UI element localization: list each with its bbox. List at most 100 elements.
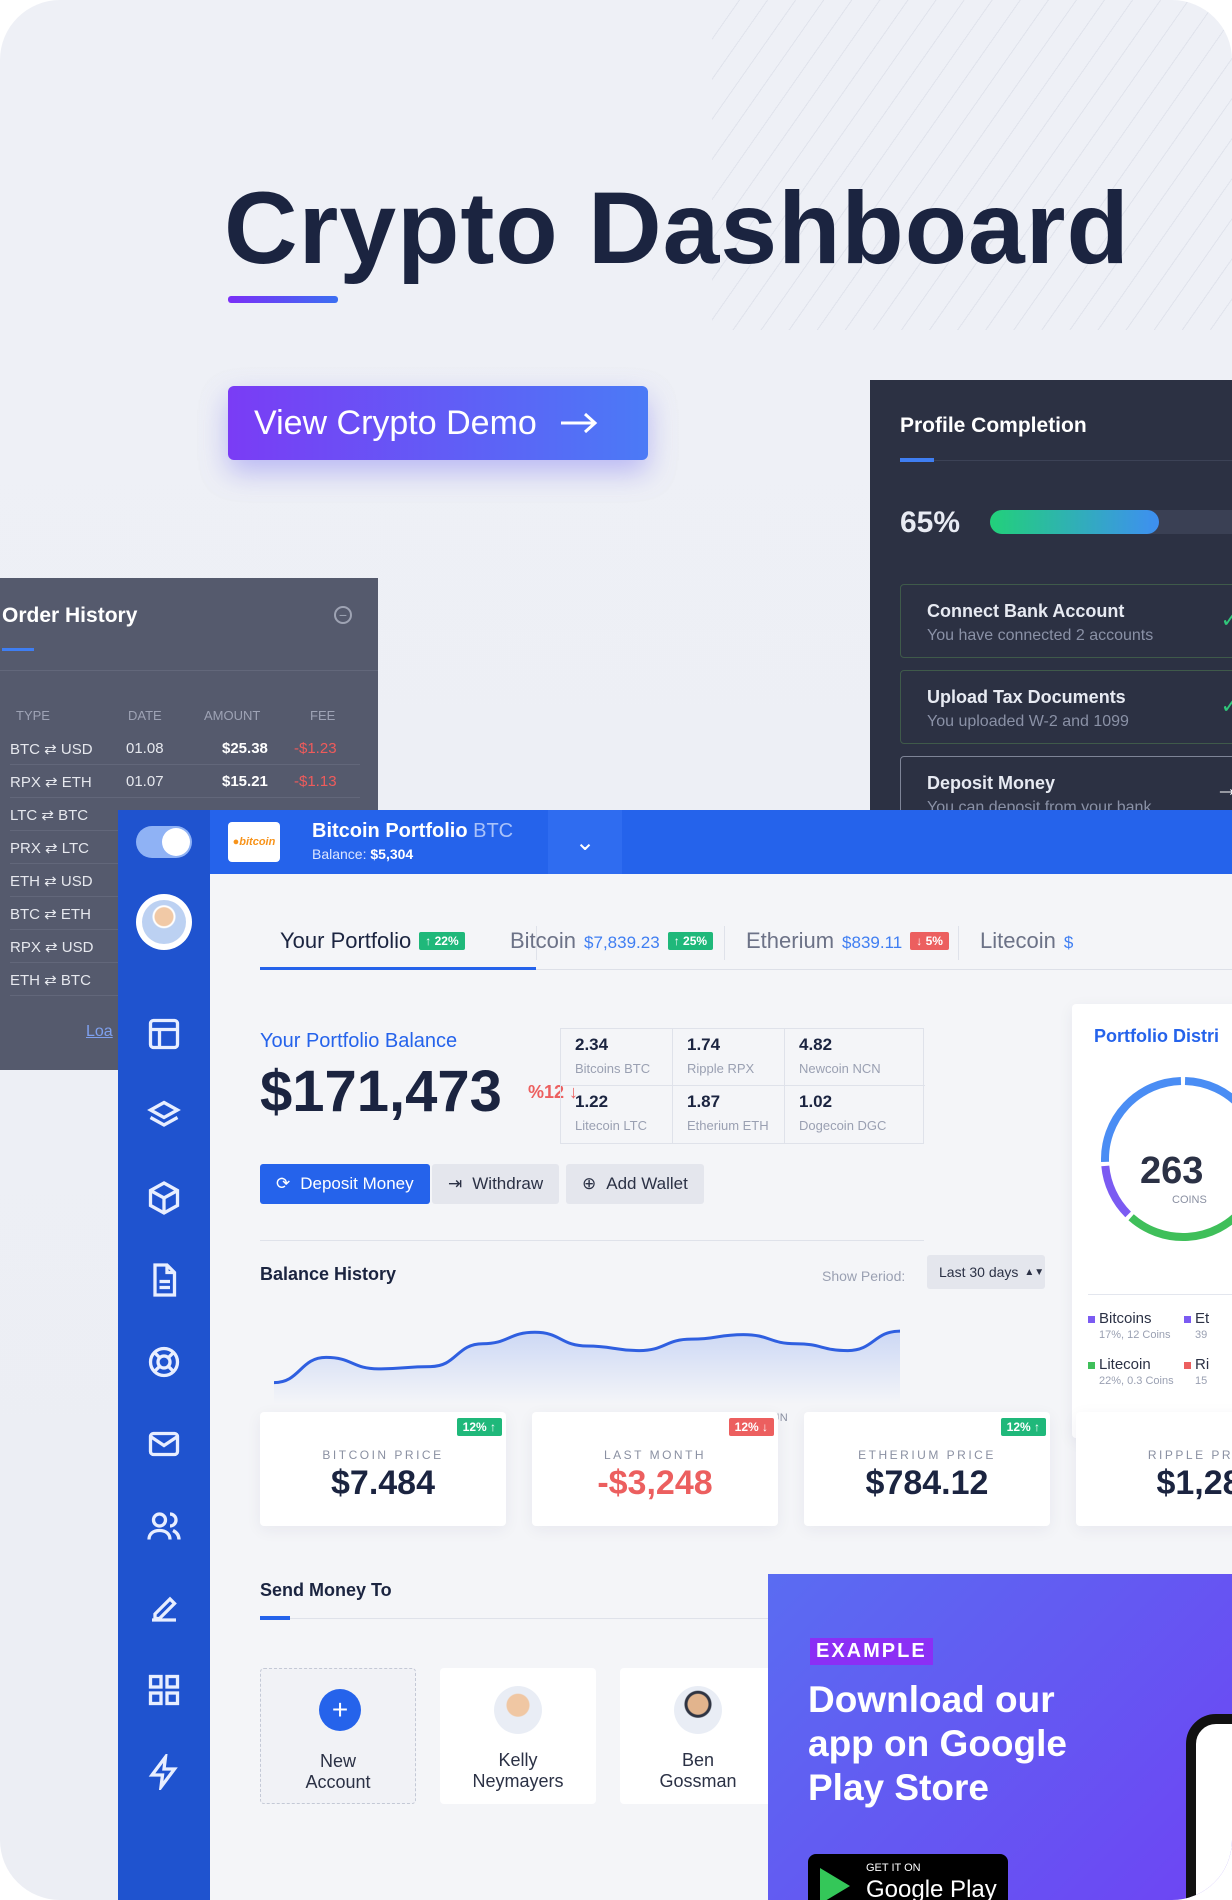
document-icon[interactable] [144,1260,184,1300]
load-more-link[interactable]: Loa [86,1023,113,1041]
price-card-ripple: RIPPLE PRIC $1,28 [1076,1412,1232,1526]
active-tab-indicator [260,967,536,970]
price-card-etherium: 12% ↑ ETHERIUM PRICE $784.12 [804,1412,1050,1526]
tab-your-portfolio[interactable]: Your Portfolio ↑ 22% [280,928,465,954]
price-label: BITCOIN PRICE [322,1448,444,1462]
grid-icon[interactable] [144,1670,184,1710]
divider [900,460,1232,461]
button-label: Add Wallet [606,1174,688,1193]
tab-bitcoin[interactable]: Bitcoin $7,839.23 ↑ 25% [510,928,714,954]
tab-separator [958,926,959,960]
title-accent [260,1616,290,1620]
contact-card-kelly[interactable]: Kelly Neymayers [440,1668,596,1804]
order-type: PRX ⇄ LTC [10,840,89,857]
coin-cell: 1.74 Ripple RPX [673,1029,785,1086]
price-label: LAST MONTH [603,1448,707,1462]
view-demo-button[interactable]: View Crypto Demo [228,386,648,460]
contact-card-ben[interactable]: Ben Gossman [620,1668,776,1804]
tab-litecoin[interactable]: Litecoin $ [980,928,1073,954]
legend-etherium: Et 39 [1184,1310,1209,1341]
period-label: Show Period: [822,1268,906,1284]
plus-circle-icon: ⊕ [582,1174,597,1193]
layers-icon[interactable] [144,1096,184,1136]
order-date: 01.07 [126,773,164,790]
task-title: Deposit Money [927,773,1056,793]
edit-icon[interactable] [144,1588,184,1628]
new-account-card[interactable]: + New Account [260,1668,416,1804]
legend-ripple: Ri 15 [1184,1356,1209,1387]
arrow-right-icon [560,412,598,434]
period-select[interactable]: Last 30 days ▲▼ [927,1255,1045,1289]
support-icon[interactable] [144,1342,184,1382]
divider [260,1618,820,1619]
task-title: Upload Tax Documents [927,687,1126,707]
price-card-last-month: 12% ↓ LAST MONTH -$3,248 [532,1412,778,1526]
hero-underline [228,296,338,303]
coin-cell: 4.82 Newcoin NCN [785,1029,925,1086]
coin-cell: 1.22 Litecoin LTC [561,1086,673,1143]
period-value: Last 30 days [939,1264,1019,1280]
coin-cell: 1.87 Etherium ETH [673,1086,785,1143]
order-type: ETH ⇄ USD [10,873,93,890]
plus-icon: + [319,1689,361,1731]
portfolio-tabs: Your Portfolio ↑ 22% Bitcoin $7,839.23 ↑ 25… [260,912,1232,970]
price-value: $7.484 [331,1464,435,1502]
portfolio-symbol: BTC [473,820,514,842]
layout-icon[interactable] [144,1014,184,1054]
order-type: BTC ⇄ USD [10,741,93,758]
example-tag: EXAMPLE [810,1638,933,1665]
task-upload-tax[interactable]: Upload Tax Documents You uploaded W-2 an… [900,670,1232,744]
balance-label: Balance: [312,846,367,862]
profile-title: Profile Completion [900,414,1087,437]
tab-value: $839.11 [842,933,903,952]
chevron-down-icon[interactable]: ⌄ [548,810,622,874]
contact-name: Ben Gossman [659,1750,737,1791]
order-type: RPX ⇄ ETH [10,774,92,791]
withdraw-button[interactable]: ⇥ Withdraw [432,1164,560,1204]
check-icon: ✓ [1220,607,1232,632]
user-avatar[interactable] [136,894,192,950]
task-connect-bank[interactable]: Connect Bank Account You have connected … [900,584,1232,658]
col-date: DATE [128,708,162,723]
portfolio-balance-label: Your Portfolio Balance [260,1030,458,1052]
price-card-bitcoin: 12% ↑ BITCOIN PRICE $7.484 [260,1412,506,1526]
users-icon[interactable] [144,1506,184,1546]
google-play-button[interactable]: GET IT ON Google Play [808,1854,1008,1900]
sidebar [118,810,210,1900]
add-wallet-button[interactable]: ⊕ Add Wallet [566,1164,704,1204]
order-date: 01.08 [126,740,164,757]
task-subtitle: You have connected 2 accounts [927,627,1154,644]
hero-title: Crypto Dashboard [224,171,1130,285]
collapse-icon[interactable]: − [334,606,352,624]
completion-progress-bar [990,510,1232,534]
price-value: $1,28 [1156,1464,1232,1502]
contact-avatar [494,1686,542,1734]
donut-segment [1184,1077,1232,1104]
box-icon[interactable] [144,1178,184,1218]
change-badge: ↑ 25% [667,932,714,950]
theme-toggle[interactable] [136,826,192,858]
legend-litecoin: Litecoin 22%, 0.3 Coins [1088,1356,1174,1387]
completion-percent: 65% [900,506,961,539]
button-label: Withdraw [472,1174,544,1193]
exit-icon: ⇥ [448,1174,463,1193]
balance-history-title: Balance History [260,1264,397,1284]
contact-name: Kelly Neymayers [472,1750,564,1791]
tab-label: Bitcoin [510,928,577,953]
order-row: BTC ⇄ USD 01.08 $25.38 -$1.23 [10,732,360,765]
app-promo-banner: EXAMPLE Download our app on Google Play … [768,1574,1232,1900]
order-type: ETH ⇄ BTC [10,972,91,989]
send-money-title: Send Money To [260,1580,392,1600]
order-row: RPX ⇄ ETH 01.07 $15.21 -$1.13 [10,765,360,798]
refresh-icon: ⟳ [276,1174,291,1193]
lightning-icon[interactable] [144,1752,184,1792]
bitcoin-logo: ●bitcoin [228,822,280,862]
tab-label: Litecoin [980,928,1056,953]
deposit-money-button[interactable]: ⟳ Deposit Money [260,1164,430,1204]
distribution-title: Portfolio Distri [1094,1026,1219,1046]
tab-etherium[interactable]: Etherium $839.11 ↓ 5% [746,928,949,954]
task-subtitle: You uploaded W-2 and 1099 [927,713,1129,730]
title-accent [2,648,34,651]
mail-icon[interactable] [144,1424,184,1464]
portfolio-distribution-card: Portfolio Distri 263 COINS Bitcoins 17%, … [1072,1004,1232,1438]
